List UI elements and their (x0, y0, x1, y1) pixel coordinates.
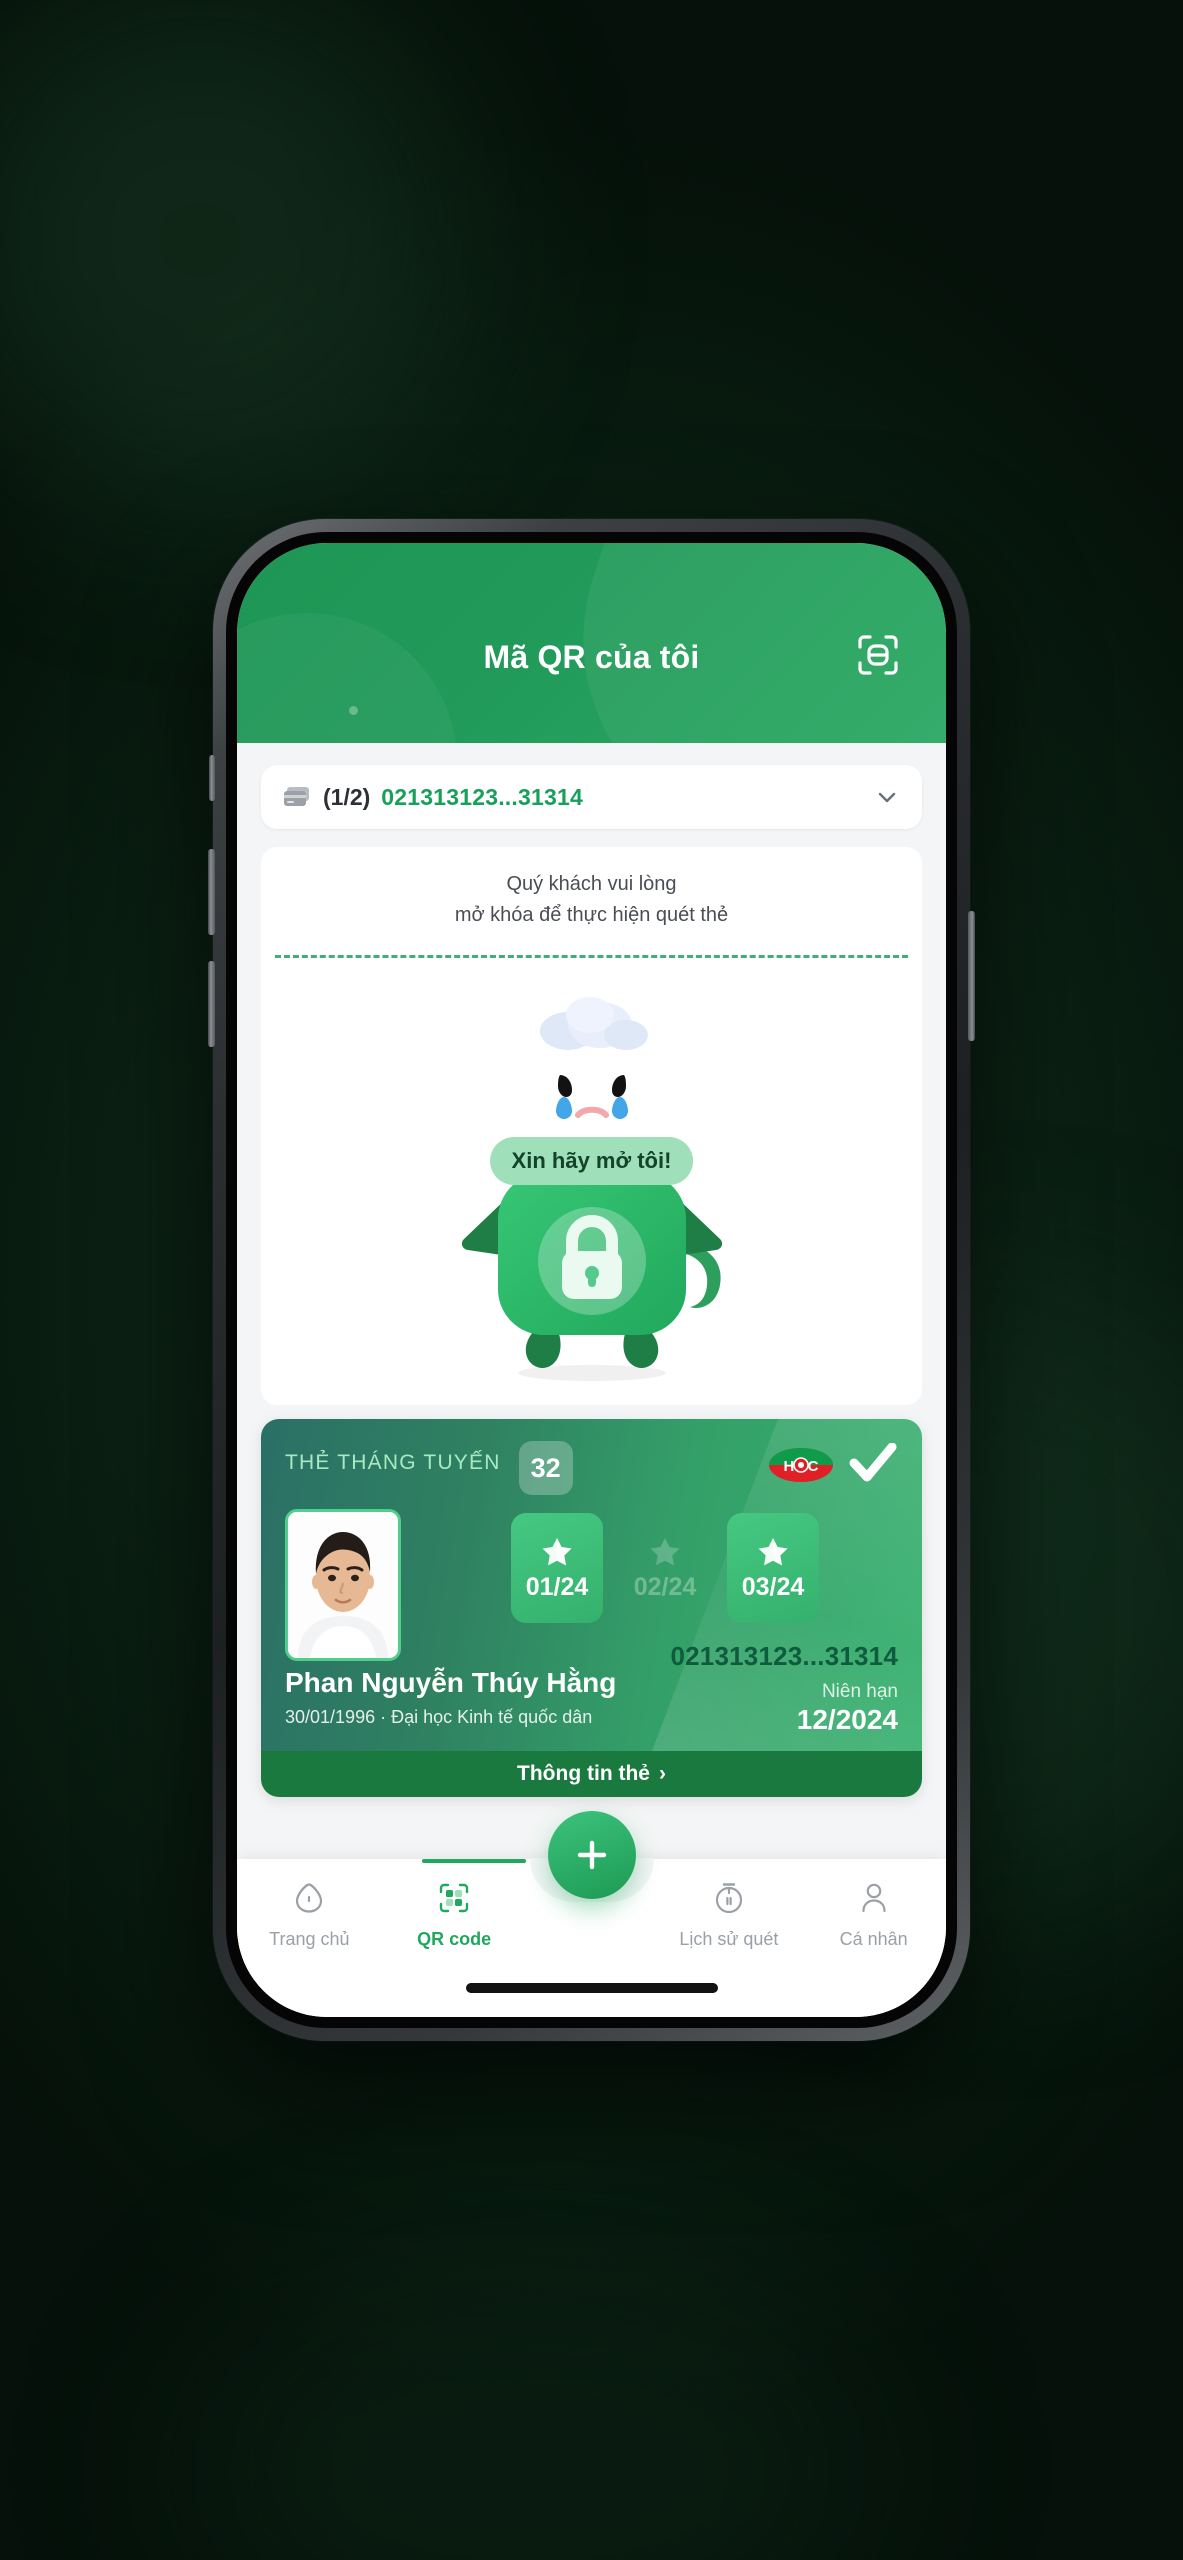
mute-switch[interactable] (209, 755, 215, 801)
mascot-shadow (517, 1365, 666, 1381)
ticket-info-label: Thông tin thẻ (517, 1762, 650, 1785)
notice-line-2: mở khóa để thực hiện quét thẻ (454, 904, 729, 926)
app-header: Mã QR của tôi (237, 543, 946, 743)
card-selector-count: (1/2) (323, 783, 371, 810)
bottom-navigation: Trang chủ QR code Lịch sử quét Cá nhân (237, 1811, 946, 2017)
nav-item-label: Trang chủ (269, 1929, 350, 1949)
volume-down-button[interactable] (208, 961, 215, 1047)
background-glow-top-left (0, 0, 460, 500)
stopwatch-icon (712, 1881, 746, 1920)
nav-item-label: QR code (417, 1929, 492, 1949)
home-icon (292, 1881, 326, 1920)
add-button[interactable] (547, 1811, 636, 1899)
volume-up-button[interactable] (208, 849, 215, 935)
ticket-card-body: THẺ THÁNG TUYẾN 32 H TC (261, 1419, 922, 1751)
rain-cloud-icon (528, 989, 656, 1058)
plus-icon (577, 1840, 606, 1870)
app-body: (1/2) 021313123...31314 Quý khách vui lò… (237, 743, 946, 2017)
ticket-route-badge: 32 (518, 1441, 573, 1495)
card-selector[interactable]: (1/2) 021313123...31314 (261, 765, 922, 829)
nav-item-label: Cá nhân (839, 1929, 908, 1949)
person-icon (857, 1881, 891, 1920)
ticket-card-number: 021313123...31314 (670, 1641, 898, 1671)
ticket-expiry-value: 12/2024 (796, 1704, 898, 1735)
hrtc-logo: H TC (768, 1445, 834, 1490)
month-chip-label: 01/24 (525, 1572, 589, 1601)
dashed-divider (261, 951, 922, 965)
background-glow-bottom (180, 2260, 880, 2560)
ticket-header-row: THẺ THÁNG TUYẾN 32 H TC (285, 1441, 898, 1495)
month-chip-list: 01/24 02/24 03/24 (511, 1513, 819, 1623)
check-mark-icon (848, 1442, 898, 1490)
month-chip[interactable]: 02/24 (619, 1513, 711, 1623)
ticket-type-label: THẺ THÁNG TUYẾN (285, 1451, 501, 1474)
nav-item-home[interactable]: Trang chủ (237, 1859, 382, 1971)
chevron-down-icon[interactable] (874, 784, 900, 810)
card-selector-code: 021313123...31314 (381, 783, 583, 810)
mascot-panel: Xin hãy mở tôi! (261, 965, 922, 1405)
month-chip[interactable]: 03/24 (727, 1513, 819, 1623)
header-decoration-blob-left (237, 613, 457, 743)
qr-scan-icon[interactable] (854, 631, 902, 679)
nav-item-label: Lịch sử quét (679, 1929, 779, 1949)
ticket-expiry: Niên hạn 12/2024 (797, 1681, 898, 1736)
power-button[interactable] (968, 911, 975, 1041)
ticket-holder-details: 30/01/1996 · Đại học Kinh tế quốc dân (285, 1707, 593, 1727)
nav-item-qr-code[interactable]: QR code (382, 1859, 527, 1971)
page-title: Mã QR của tôi (483, 639, 700, 675)
header-decoration-dot (349, 706, 358, 715)
ticket-holder-name: Phan Nguyễn Thúy Hằng (285, 1667, 617, 1698)
nav-active-indicator (422, 1859, 526, 1863)
notice-line-1: Quý khách vui lòng (506, 873, 677, 895)
chevron-right-icon: › (658, 1762, 666, 1785)
month-chip[interactable]: 01/24 (511, 1513, 603, 1623)
phone-bezel: Mã QR của tôi (1/2) 021313123...31314 Qu… (226, 532, 957, 2028)
card-stack-icon (283, 785, 311, 809)
ticket-card[interactable]: THẺ THÁNG TUYẾN 32 H TC (261, 1419, 922, 1797)
month-chip-label: 02/24 (633, 1572, 697, 1601)
nav-item-scan-history[interactable]: Lịch sử quét (657, 1859, 802, 1971)
phone-frame: Mã QR của tôi (1/2) 021313123...31314 Qu… (208, 519, 975, 2041)
home-indicator[interactable] (465, 1983, 718, 1993)
qr-code-icon (437, 1881, 471, 1920)
avatar (285, 1509, 401, 1661)
month-chip-label: 03/24 (741, 1572, 805, 1601)
unlock-notice: Quý khách vui lòng mở khóa để thực hiện … (261, 847, 922, 951)
ticket-info-button[interactable]: Thông tin thẻ › (261, 1751, 922, 1797)
mascot-speech-bubble: Xin hãy mở tôi! (489, 1137, 694, 1185)
nav-item-profile[interactable]: Cá nhân (801, 1859, 946, 1971)
ticket-expiry-label: Niên hạn (821, 1681, 898, 1702)
phone-screen: Mã QR của tôi (1/2) 021313123...31314 Qu… (237, 543, 946, 2017)
